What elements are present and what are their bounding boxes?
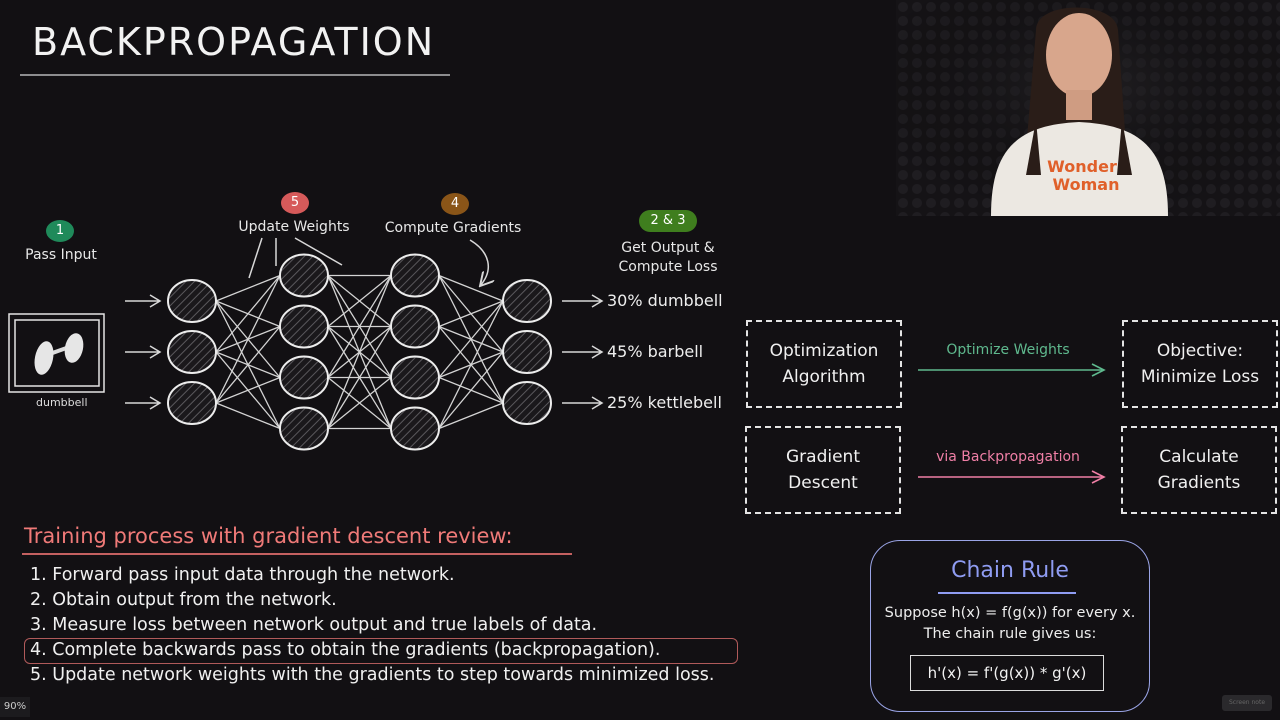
compute-gradients-pointer	[469, 239, 488, 286]
chain-rule-description-2: The chain rule gives us:	[923, 626, 1097, 642]
zoom-level-indicator[interactable]: 90%	[0, 697, 30, 717]
output-arrows	[562, 294, 604, 410]
step-label-compute-loss: Compute Loss	[618, 259, 718, 275]
review-title-underline	[22, 553, 572, 555]
input-arrow-3	[125, 396, 162, 410]
output-arrow-3	[562, 396, 604, 410]
input-arrow-2	[125, 345, 162, 359]
step-badge-2-and-3: 2 & 3	[639, 210, 697, 232]
chain-rule-title-underline	[938, 592, 1076, 594]
review-step-4: 4. Complete backwards pass to obtain the…	[30, 640, 661, 660]
arrow-label-via-backpropagation: via Backpropagation	[936, 449, 1080, 465]
network-edge	[215, 274, 281, 302]
review-step-2: 2. Obtain output from the network.	[30, 590, 337, 610]
input-arrows	[125, 294, 162, 410]
review-title: Training process with gradient descent r…	[24, 524, 513, 548]
output-arrow-2	[562, 345, 604, 359]
network-edge	[215, 402, 281, 430]
review-step-5: 5. Update network weights with the gradi…	[30, 665, 715, 685]
network-edge	[215, 275, 281, 404]
neuron-layer-2-node-1	[279, 253, 329, 298]
review-step-3: 3. Measure loss between network output a…	[30, 615, 598, 635]
input-image-frame	[8, 313, 105, 393]
box-optimization-algorithm: Optimization Algorithm	[746, 320, 902, 408]
input-image-caption: dumbbell	[36, 396, 88, 409]
box-calculate-gradients: Calculate Gradients	[1121, 426, 1277, 514]
step-badge-1: 1	[46, 220, 74, 242]
dumbbell-icon	[34, 333, 84, 375]
box-text: Minimize Loss	[1140, 367, 1260, 387]
review-step-1: 1. Forward pass input data through the n…	[30, 565, 455, 585]
box-gradient-descent: Gradient Descent	[745, 426, 901, 514]
neuron-layer-3-node-1	[390, 253, 440, 298]
neuron-layer-1-node-2	[167, 330, 217, 374]
network-edge	[438, 274, 504, 302]
step-label-compute-gradients: Compute Gradients	[384, 220, 522, 236]
neuron-layer-3-node-3	[390, 355, 440, 400]
presenter-webcam: Wonder Woman	[896, 0, 1280, 216]
neuron-layer-1-node-1	[167, 279, 217, 323]
chain-rule-formula: h'(x) = f'(g(x)) * g'(x)	[910, 655, 1104, 691]
step-label-pass-input: Pass Input	[25, 247, 97, 263]
box-text: Gradients	[1157, 473, 1241, 493]
arrow-label-optimize-weights: Optimize Weights	[946, 342, 1070, 358]
network-edges	[215, 274, 504, 430]
presenter-video-frame: Wonder Woman	[896, 0, 1280, 216]
network-edge	[438, 300, 504, 328]
step-label-update-weights: Update Weights	[238, 219, 350, 235]
box-text: Calculate	[1159, 447, 1239, 467]
neuron-layer-3-node-2	[390, 304, 440, 349]
neuron-layer-4-node-2	[502, 330, 552, 374]
screen-note-control[interactable]: Screen note	[1222, 695, 1272, 711]
shirt-text-2: Woman	[1053, 175, 1120, 194]
output-arrow-1	[562, 294, 604, 308]
output-label-kettlebell: 25% kettlebell	[607, 393, 722, 412]
neuron-layer-4-node-1	[502, 279, 552, 323]
network-edge	[215, 376, 281, 404]
box-text: Objective:	[1156, 341, 1244, 361]
neuron-layer-3-node-4	[390, 406, 440, 451]
box-objective-minimize-loss: Objective: Minimize Loss	[1122, 320, 1278, 408]
shirt-text-1: Wonder	[1047, 157, 1117, 176]
neuron-layer-1-node-3	[167, 381, 217, 425]
output-label-dumbbell: 30% dumbbell	[607, 291, 723, 310]
input-arrow-1	[125, 294, 162, 308]
step-label-get-output: Get Output &	[621, 240, 715, 256]
network-edge	[438, 300, 504, 429]
box-text: Optimization	[769, 341, 879, 361]
chain-rule-description-1: Suppose h(x) = f(g(x)) for every x.	[884, 605, 1136, 621]
chain-rule-title: Chain Rule	[951, 558, 1069, 583]
step-badge-5: 5	[281, 192, 309, 214]
network-edge	[438, 402, 504, 430]
step-badge-4: 4	[441, 193, 469, 215]
neuron-layer-2-node-4	[279, 406, 329, 451]
box-text: Algorithm	[782, 367, 866, 387]
neuron-layer-2-node-3	[279, 355, 329, 400]
neuron-layer-2-node-2	[279, 304, 329, 349]
arrow-optimize-weights	[918, 363, 1106, 377]
arrow-via-backpropagation	[918, 470, 1106, 484]
output-label-barbell: 45% barbell	[607, 342, 704, 361]
neuron-layer-4-node-3	[502, 381, 552, 425]
box-text: Descent	[788, 473, 858, 493]
box-text: Gradient	[786, 447, 860, 467]
